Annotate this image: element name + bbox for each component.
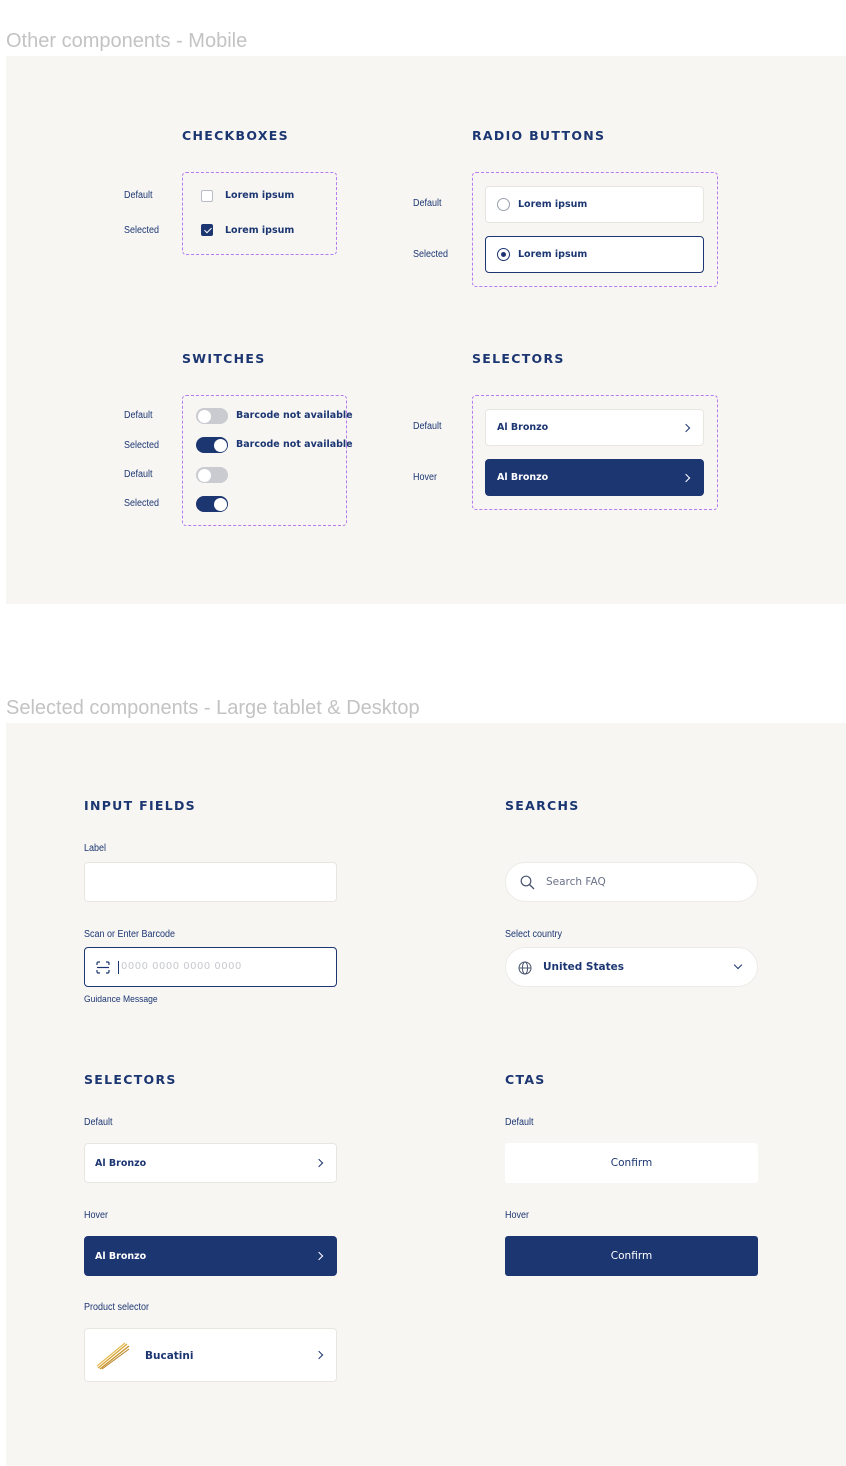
switch-selected[interactable] (196, 496, 228, 512)
mobile-selectors-heading: SELECTORS (472, 351, 565, 366)
desktop-frame-title: Selected components - Large tablet & Des… (6, 697, 420, 719)
switch-default[interactable] (196, 467, 228, 483)
checkbox-selected[interactable] (201, 224, 213, 236)
desktop-selector-state-default: Default (84, 1117, 113, 1128)
pasta-icon (96, 1342, 130, 1370)
mobile-selector-state-default: Default (413, 421, 442, 432)
label-field-label: Label (84, 843, 107, 854)
search-faq-input[interactable]: Search FAQ (505, 862, 758, 902)
mobile-selector-hover[interactable]: Al Bronzo (485, 459, 704, 496)
barcode-placeholder: 0000 0000 0000 0000 (121, 961, 242, 972)
product-selector[interactable]: Bucatini (84, 1328, 337, 1382)
barcode-field-label: Scan or Enter Barcode (84, 929, 176, 940)
switch-default-labeled[interactable] (196, 408, 228, 424)
desktop-selector-default-label: Al Bronzo (95, 1158, 147, 1169)
chevron-down-icon (733, 960, 743, 970)
mobile-selector-hover-label: Al Bronzo (497, 472, 549, 483)
barcode-input[interactable]: 0000 0000 0000 0000 (84, 947, 337, 987)
select-country-label: Select country (505, 929, 563, 940)
radio-buttons-heading: RADIO BUTTONS (472, 128, 606, 143)
search-placeholder: Search FAQ (546, 876, 606, 888)
confirm-button-default[interactable]: Confirm (505, 1143, 758, 1183)
checkbox-group: Lorem ipsum Lorem ipsum (182, 172, 337, 255)
chevron-right-icon (314, 1251, 324, 1261)
chevron-right-icon (314, 1350, 324, 1360)
chevron-right-icon (681, 473, 691, 483)
switch-state-1: Default (124, 410, 153, 421)
barcode-scan-icon (96, 961, 110, 974)
radio-group: Lorem ipsum Lorem ipsum (472, 172, 718, 287)
desktop-selector-hover[interactable]: Al Bronzo (84, 1236, 337, 1276)
cta-state-hover: Hover (505, 1210, 530, 1221)
radio-default[interactable] (497, 198, 510, 211)
text-cursor (118, 961, 119, 974)
confirm-button-hover[interactable]: Confirm (505, 1236, 758, 1276)
globe-icon (518, 961, 532, 975)
checkbox-default[interactable] (201, 190, 213, 202)
checkbox-default-label: Lorem ipsum (225, 190, 295, 201)
chevron-right-icon (314, 1158, 324, 1168)
searchs-heading: SEARCHS (505, 798, 580, 813)
radio-selected[interactable] (497, 248, 510, 261)
product-selector-label: Product selector (84, 1302, 150, 1313)
country-value: United States (543, 961, 624, 973)
country-select[interactable]: United States (505, 947, 758, 987)
guidance-message: Guidance Message (84, 994, 158, 1005)
input-fields-heading: INPUT FIELDS (84, 798, 196, 813)
switch-group: Barcode not available Barcode not availa… (182, 395, 353, 526)
switch-state-3: Default (124, 469, 153, 480)
desktop-selectors-heading: SELECTORS (84, 1072, 177, 1087)
search-icon (520, 875, 535, 890)
radio-state-default: Default (413, 198, 442, 209)
radio-default-label: Lorem ipsum (518, 199, 588, 210)
cta-state-default: Default (505, 1117, 534, 1128)
chevron-right-icon (681, 423, 691, 433)
radio-option-default[interactable]: Lorem ipsum (485, 186, 704, 223)
product-selector-text: Bucatini (145, 1350, 194, 1362)
switch-state-4: Selected (124, 498, 160, 509)
desktop-selector-state-hover: Hover (84, 1210, 109, 1221)
mobile-selector-default-label: Al Bronzo (497, 422, 549, 433)
switches-heading: SWITCHES (182, 351, 266, 366)
mobile-components-panel (6, 56, 846, 604)
label-text-input[interactable] (84, 862, 337, 902)
desktop-selector-default[interactable]: Al Bronzo (84, 1143, 337, 1183)
mobile-selector-state-hover: Hover (413, 472, 438, 483)
checkbox-state-selected: Selected (124, 225, 160, 236)
checkboxes-heading: CHECKBOXES (182, 128, 289, 143)
switch-default-label: Barcode not available (236, 410, 353, 421)
mobile-frame-title: Other components - Mobile (6, 30, 248, 52)
radio-option-selected[interactable]: Lorem ipsum (485, 236, 704, 273)
checkbox-state-default: Default (124, 190, 153, 201)
ctas-heading: CTAS (505, 1072, 546, 1087)
radio-selected-label: Lorem ipsum (518, 249, 588, 260)
radio-state-selected: Selected (413, 249, 449, 260)
mobile-selector-default[interactable]: Al Bronzo (485, 409, 704, 446)
desktop-selector-hover-label: Al Bronzo (95, 1251, 147, 1262)
switch-selected-labeled[interactable] (196, 437, 228, 453)
mobile-selector-group: Al Bronzo Al Bronzo (472, 395, 718, 510)
switch-selected-label: Barcode not available (236, 439, 353, 450)
switch-state-2: Selected (124, 440, 160, 451)
checkbox-selected-label: Lorem ipsum (225, 225, 295, 236)
